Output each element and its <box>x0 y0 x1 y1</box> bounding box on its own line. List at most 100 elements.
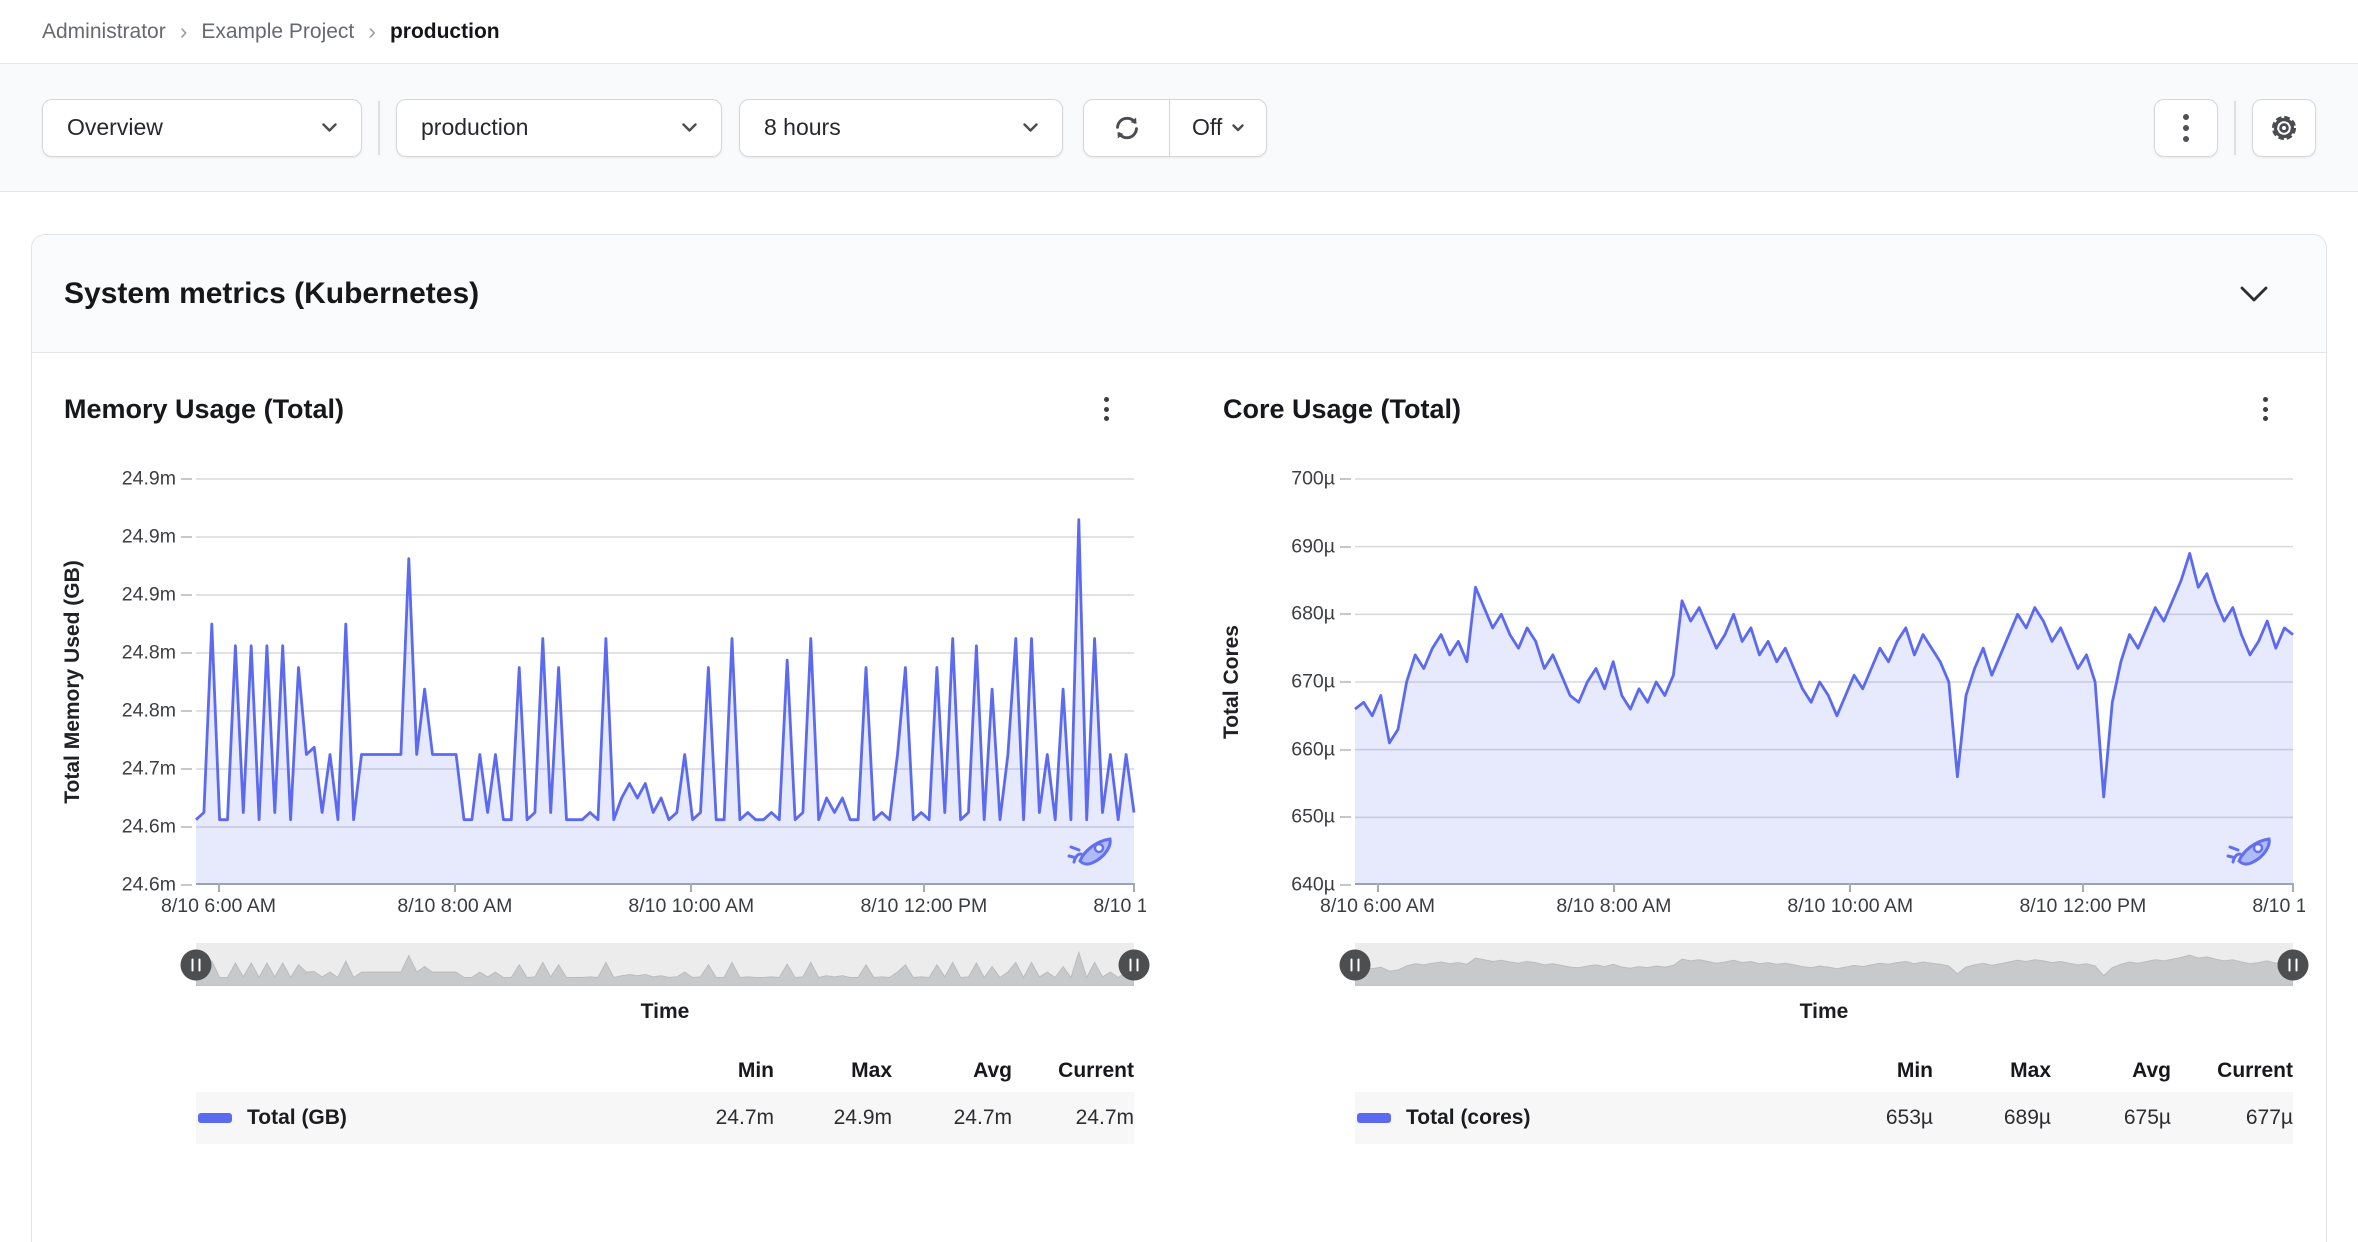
brush-handle-right[interactable] <box>1118 949 1150 980</box>
x-tick-mark <box>2292 883 2294 892</box>
time-brush[interactable] <box>180 943 1150 986</box>
chevron-down-icon <box>682 122 697 132</box>
x-tick-label: 8/10 6:00 AM <box>161 895 276 917</box>
legend-series-row[interactable]: Total (cores) 653µ 689µ 675µ 677µ <box>1355 1092 2293 1144</box>
view-select[interactable]: Overview <box>42 98 362 157</box>
y-tick-label: 24.8m <box>121 699 176 722</box>
chart-title: Memory Usage (Total) <box>64 393 345 424</box>
x-tick-label: 8/10 12:00 PM <box>2019 895 2147 917</box>
chart-legend: Min Max Avg Current Total (cores) 653µ 6… <box>1355 1050 2293 1144</box>
breadcrumb-project-link[interactable]: Example Project <box>201 20 354 44</box>
y-tick-mark <box>1340 545 1351 548</box>
x-tick-label: 8/10 10:00 AM <box>1787 895 1914 917</box>
x-axis-title: Time <box>1799 1000 1849 1023</box>
settings-button[interactable] <box>2252 98 2316 157</box>
x-tick-label: 8/10 1:46 <box>1093 895 1146 917</box>
y-tick-mark <box>1340 748 1351 751</box>
memory-usage-chart-card: Memory Usage (Total) Total Memory Used (… <box>61 391 1150 1144</box>
series-swatch <box>1357 1113 1391 1123</box>
system-metrics-section-header[interactable]: System metrics (Kubernetes) <box>32 235 2326 353</box>
x-tick-mark <box>1612 883 1615 892</box>
legend-header-avg: Avg <box>2132 1059 2171 1082</box>
refresh-interval-select[interactable]: Off <box>1170 100 1266 156</box>
legend-header-min: Min <box>737 1059 774 1082</box>
x-axis-labels: 8/10 6:00 AM 8/10 8:00 AM 8/10 10:00 AM 8/1… <box>1295 895 2305 925</box>
chevron-down-icon <box>322 122 337 132</box>
y-tick-mark <box>181 478 192 480</box>
x-tick-mark <box>922 883 925 892</box>
x-tick-label: 8/10 10:00 AM <box>628 895 755 917</box>
series-swatch <box>198 1113 232 1123</box>
y-tick-mark <box>181 594 192 596</box>
brush-series-area <box>196 950 1134 986</box>
legend-header-max: Max <box>851 1059 892 1082</box>
y-tick-label: 670µ <box>1291 670 1335 693</box>
x-tick-label: 8/10 1:46 <box>2252 895 2305 917</box>
legend-header-row: Min Max Avg Current <box>1355 1050 2293 1092</box>
toolbar-divider <box>378 100 380 155</box>
time-range-select-value: 8 hours <box>764 114 841 140</box>
y-tick-label: 24.9m <box>121 583 176 606</box>
y-tick-label: 24.9m <box>121 525 176 548</box>
environment-select[interactable]: production <box>396 98 722 157</box>
x-tick-mark <box>217 883 220 892</box>
toolbar-more-button[interactable] <box>2154 98 2218 157</box>
y-tick-mark <box>181 652 192 654</box>
brush-handle-left[interactable] <box>180 949 212 980</box>
chevron-down-icon[interactable] <box>2240 286 2268 302</box>
series-min-value: 653µ <box>1885 1106 1933 1129</box>
y-tick-mark <box>1340 613 1351 616</box>
time-brush[interactable] <box>1339 943 2309 986</box>
chart-title: Core Usage (Total) <box>1223 393 1462 424</box>
gear-icon <box>2271 115 2297 140</box>
refresh-interval-value: Off <box>1192 114 1223 140</box>
series-current-value: 677µ <box>2245 1106 2293 1129</box>
core-usage-chart-card: Core Usage (Total) Total Cores 700µ 690µ 6… <box>1220 391 2309 1144</box>
y-tick-label: 24.7m <box>121 757 176 780</box>
series-name: Total (cores) <box>1406 1106 1531 1129</box>
refresh-button[interactable] <box>1084 99 1170 156</box>
chevron-down-icon <box>1232 123 1244 131</box>
plot-area[interactable]: 700µ 690µ 680µ 670µ 660µ 650µ 640µ 8/10 6:00 A… <box>1291 468 2305 918</box>
x-tick-label: 8/10 12:00 PM <box>860 895 988 917</box>
x-axis-title: Time <box>640 1000 690 1023</box>
x-tick-mark <box>1133 883 1135 892</box>
breadcrumb-current-env: production <box>389 19 500 43</box>
brush-handle-left[interactable] <box>1339 949 1371 980</box>
legend-header-avg: Avg <box>973 1059 1012 1082</box>
time-range-select[interactable]: 8 hours <box>739 98 1063 157</box>
y-tick-label: 690µ <box>1291 535 1335 558</box>
system-metrics-panel: System metrics (Kubernetes) Memory Usage… <box>31 234 2327 1242</box>
environment-select-value: production <box>421 114 529 140</box>
chart-legend: Min Max Avg Current Total (GB) 24.7m 24.… <box>196 1050 1134 1144</box>
chart-menu-kebab-icon[interactable] <box>1098 391 1115 427</box>
brush-handle-right[interactable] <box>2277 949 2309 980</box>
y-tick-label: 24.9m <box>121 467 176 490</box>
x-tick-mark <box>2081 883 2084 892</box>
y-tick-mark <box>1340 884 1351 886</box>
breadcrumb-org-link[interactable]: Administrator <box>42 20 166 44</box>
chart-menu-kebab-icon[interactable] <box>2257 391 2274 427</box>
kebab-vertical-icon <box>2183 113 2189 142</box>
y-tick-mark <box>181 536 192 538</box>
series-min-value: 24.7m <box>715 1106 774 1129</box>
y-tick-mark <box>1340 681 1351 683</box>
view-select-value: Overview <box>67 114 163 140</box>
rocket-watermark-icon <box>2225 832 2277 877</box>
x-tick-mark <box>690 883 693 892</box>
y-tick-mark <box>181 710 192 712</box>
legend-header-max: Max <box>2010 1059 2051 1082</box>
chevron-down-icon <box>1023 122 1038 132</box>
x-axis-labels: 8/10 6:00 AM 8/10 8:00 AM 8/10 10:00 AM 8/1… <box>136 895 1146 925</box>
x-tick-label: 8/10 8:00 AM <box>397 895 513 917</box>
series-max-value: 24.9m <box>833 1106 892 1129</box>
x-tick-mark <box>1849 883 1852 892</box>
rocket-watermark-icon <box>1066 832 1118 877</box>
legend-series-row[interactable]: Total (GB) 24.7m 24.9m 24.7m 24.7m <box>196 1092 1134 1144</box>
refresh-icon <box>1115 116 1138 139</box>
toolbar-divider <box>2234 100 2236 155</box>
y-tick-mark <box>181 826 192 828</box>
legend-header-row: Min Max Avg Current <box>196 1050 1134 1092</box>
y-tick-label: 24.6m <box>121 815 176 838</box>
plot-area[interactable]: 24.9m 24.9m 24.9m 24.8m 24.8m 24.7m 24.6m 24.6m… <box>122 468 1146 918</box>
